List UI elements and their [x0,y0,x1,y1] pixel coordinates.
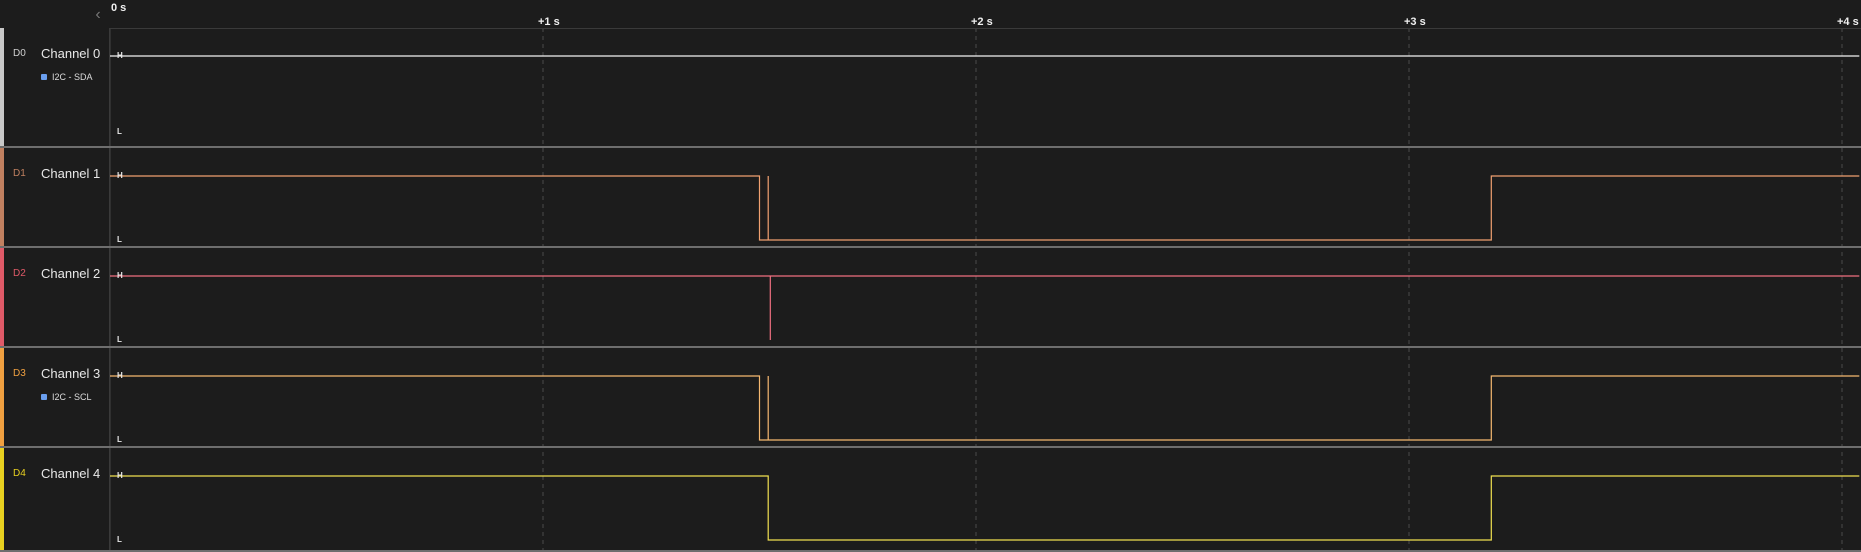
channel-id: D3 [13,368,26,379]
channel-row: D1 Channel 1 H L [0,148,1861,248]
channel-id: D0 [13,48,26,59]
channel-name[interactable]: Channel 2 [41,266,100,281]
high-level-marker: H [117,271,123,280]
time-tick-label: +4 s [1837,16,1859,28]
channel-name[interactable]: Channel 4 [41,466,100,481]
channel-name[interactable]: Channel 3 [41,366,100,381]
channel-row: D3 Channel 3 I2C - SCL H L [0,348,1861,448]
high-level-marker: H [117,171,123,180]
time-tick-label: +3 s [1404,16,1426,28]
channel-label[interactable]: D2 Channel 2 [4,248,110,346]
high-level-marker: H [117,51,123,60]
high-level-marker: H [117,371,123,380]
time-tick-label: +2 s [971,16,993,28]
low-level-marker: L [117,127,122,136]
channel-id: D2 [13,268,26,279]
analyzer-dot-icon [41,394,47,400]
collapse-sidebar-button[interactable]: ‹ [88,4,108,26]
time-ruler[interactable]: 0 s +1 s +2 s +3 s +4 s [110,0,1861,28]
channel-row: D0 Channel 0 I2C - SDA H L [0,28,1861,148]
channel-row: D4 Channel 4 H L [0,448,1861,552]
channel-label[interactable]: D0 Channel 0 I2C - SDA [4,28,110,146]
analyzer-dot-icon [41,74,47,80]
channel-label[interactable]: D4 Channel 4 [4,448,110,550]
low-level-marker: L [117,235,122,244]
low-level-marker: L [117,535,122,544]
channel-id: D1 [13,168,26,179]
channel-name[interactable]: Channel 0 [41,46,100,61]
time-tick-label: +1 s [538,16,560,28]
channel-row: D2 Channel 2 H L [0,248,1861,348]
low-level-marker: L [117,335,122,344]
analyzer-label: I2C - SDA [52,72,93,82]
analyzer-tag[interactable]: I2C - SCL [41,392,92,402]
analyzer-tag[interactable]: I2C - SDA [41,72,93,82]
high-level-marker: H [117,471,123,480]
channel-label[interactable]: D3 Channel 3 I2C - SCL [4,348,110,446]
channel-name[interactable]: Channel 1 [41,166,100,181]
low-level-marker: L [117,435,122,444]
channel-label[interactable]: D1 Channel 1 [4,148,110,246]
time-tick-label: 0 s [111,2,127,14]
channel-list: D0 Channel 0 I2C - SDA H L D1 Channel 1 H L D2 Cha… [0,28,1861,552]
channel-id: D4 [13,468,26,479]
chevron-left-icon: ‹ [95,6,101,23]
analyzer-label: I2C - SCL [52,392,92,402]
